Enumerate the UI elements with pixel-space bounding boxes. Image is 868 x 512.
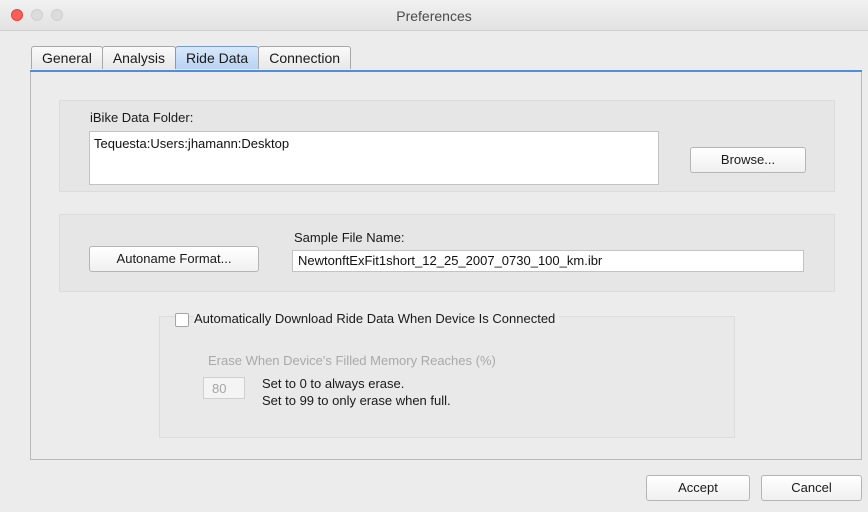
- tab-analysis[interactable]: Analysis: [101, 46, 176, 69]
- cancel-button[interactable]: Cancel: [761, 475, 862, 501]
- autoname-format-button[interactable]: Autoname Format...: [89, 246, 259, 272]
- tab-general[interactable]: General: [31, 46, 103, 69]
- tab-connection[interactable]: Connection: [258, 46, 352, 69]
- data-folder-label: iBike Data Folder:: [90, 110, 194, 125]
- accept-button[interactable]: Accept: [646, 475, 750, 501]
- auto-download-label[interactable]: Automatically Download Ride Data When De…: [194, 311, 560, 326]
- data-folder-section: iBike Data Folder: Tequesta:Users:jhaman…: [59, 100, 835, 192]
- file-name-section: Autoname Format... Sample File Name: New…: [59, 214, 835, 292]
- browse-button[interactable]: Browse...: [690, 147, 806, 173]
- title-bar: Preferences: [0, 0, 868, 31]
- auto-download-checkbox[interactable]: [175, 313, 189, 327]
- data-folder-path-field[interactable]: Tequesta:Users:jhamann:Desktop: [89, 131, 659, 185]
- erase-threshold-label: Erase When Device's Filled Memory Reache…: [208, 353, 496, 368]
- sample-file-name-field[interactable]: NewtonftExFit1short_12_25_2007_0730_100_…: [292, 250, 804, 272]
- auto-download-section: Automatically Download Ride Data When De…: [159, 311, 735, 438]
- sample-file-name-label: Sample File Name:: [294, 230, 405, 245]
- preferences-window: Preferences General Analysis Ride Data C…: [0, 0, 868, 512]
- erase-help-line-1: Set to 0 to always erase.: [262, 376, 405, 391]
- erase-help-line-2: Set to 99 to only erase when full.: [262, 393, 451, 408]
- window-title: Preferences: [396, 8, 472, 24]
- tab-ride-data[interactable]: Ride Data: [174, 46, 260, 69]
- erase-threshold-field[interactable]: 80: [203, 377, 245, 399]
- ride-data-panel: iBike Data Folder: Tequesta:Users:jhaman…: [30, 72, 862, 460]
- tab-bar: General Analysis Ride Data Connection: [31, 46, 352, 70]
